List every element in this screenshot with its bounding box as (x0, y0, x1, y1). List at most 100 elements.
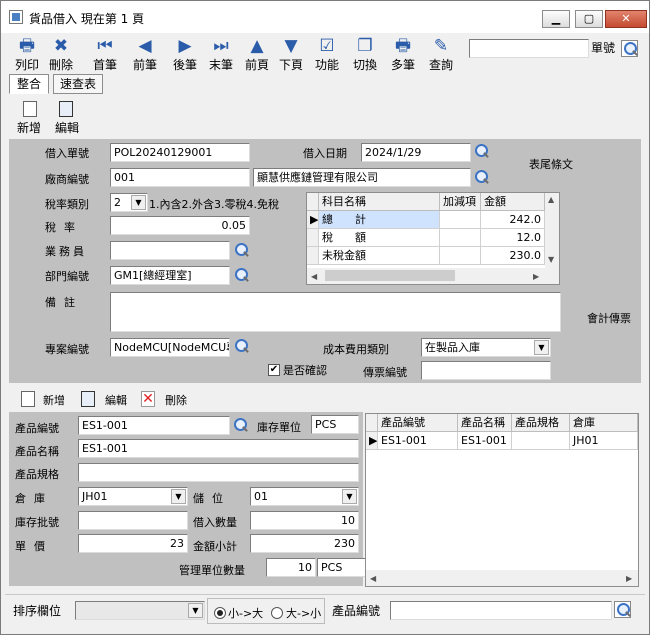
chevron-down-icon[interactable]: ▼ (342, 489, 357, 504)
detail-add-button[interactable]: 新增 (43, 393, 65, 408)
footer-text-label[interactable]: 表尾條文 (529, 157, 573, 172)
detail-delete-icon[interactable]: ✕ (141, 391, 155, 407)
product-spec-field[interactable] (78, 463, 359, 482)
summary-row-amount[interactable]: 230.0 (481, 247, 545, 265)
chevron-down-icon[interactable]: ▼ (188, 603, 203, 618)
summary-row-name[interactable]: 總 計 (319, 211, 440, 229)
detail-delete-button[interactable]: 刪除 (165, 393, 187, 408)
chevron-down-icon[interactable]: ▼ (171, 489, 186, 504)
bottom-search-icon[interactable] (614, 601, 631, 618)
order-no-search-icon[interactable] (621, 40, 638, 57)
dept-search-icon[interactable] (233, 267, 250, 284)
borrow-no-field[interactable]: POL20240129001 (110, 143, 250, 162)
summary-row-adj[interactable] (440, 247, 481, 265)
vendor-no-field[interactable]: 001 (110, 168, 250, 187)
location-label: 儲位 (193, 492, 231, 505)
project-search-icon[interactable] (233, 338, 250, 355)
summary-row-amount[interactable]: 12.0 (481, 229, 545, 247)
edit-document-icon[interactable] (59, 101, 73, 117)
summary-vertical-scrollbar[interactable]: ▲ ▼ (545, 193, 559, 268)
summary-row-adj[interactable] (440, 211, 481, 229)
minimize-button[interactable]: ▁ (542, 10, 570, 28)
close-button[interactable]: ✕ (605, 10, 647, 28)
voucher-no-field[interactable] (421, 361, 551, 380)
scroll-up-icon[interactable]: ▲ (548, 195, 554, 204)
vendor-search-icon[interactable] (473, 169, 490, 186)
detail-row-product-name[interactable]: ES1-001 (458, 432, 512, 450)
salesperson-label: 業務員 (45, 245, 87, 258)
header-add-button[interactable]: 新增 (17, 121, 41, 136)
detail-horizontal-scrollbar[interactable]: ◀ ▶ (366, 570, 638, 586)
tab-integrated[interactable]: 整合 (9, 74, 49, 94)
order-no-search-input[interactable] (469, 39, 589, 58)
summary-row-adj[interactable] (440, 229, 481, 247)
scroll-down-icon[interactable]: ▼ (548, 255, 554, 264)
product-no-field[interactable]: ES1-001 (78, 416, 230, 435)
stock-unit-field[interactable]: PCS (311, 415, 359, 434)
mgmt-unit-field[interactable]: PCS (317, 558, 369, 577)
unit-price-field[interactable]: 23 (78, 534, 188, 553)
scroll-thumb[interactable] (325, 270, 455, 281)
scroll-left-icon[interactable]: ◀ (311, 272, 317, 281)
location-select[interactable]: 01 ▼ (250, 487, 359, 506)
next-page-icon: ▼ (284, 36, 298, 56)
toolbar-prev-record-button[interactable]: ◀ 前筆 (125, 34, 165, 74)
toolbar-query-button[interactable]: ✎ 查詢 (421, 34, 461, 74)
salesperson-field[interactable] (110, 241, 230, 260)
toolbar-delete-button[interactable]: ✖ 刪除 (41, 34, 81, 74)
toolbar-switch-button[interactable]: ❐ 切換 (345, 34, 385, 74)
toolbar-multi-record-button[interactable]: 🖶 多筆 (383, 34, 423, 74)
tax-rate-field[interactable]: 0.05 (110, 216, 250, 235)
borrow-date-search-icon[interactable] (473, 143, 490, 160)
detail-row-product-no[interactable]: ES1-001 (378, 432, 458, 450)
toolbar-last-record-button[interactable]: ⏭ 末筆 (201, 34, 241, 74)
confirm-checkbox[interactable]: ✔ (268, 364, 280, 376)
sort-asc-radio[interactable] (214, 607, 226, 619)
header-edit-button[interactable]: 編輯 (55, 121, 79, 136)
product-no-label: 產品編號 (15, 422, 59, 435)
toolbar-first-record-button[interactable]: ⏮ 首筆 (85, 34, 125, 74)
warehouse-select[interactable]: JH01 ▼ (78, 487, 188, 506)
scroll-left-icon[interactable]: ◀ (370, 574, 376, 583)
accounting-voucher-label[interactable]: 會計傳票 (587, 311, 631, 326)
scroll-right-icon[interactable]: ▶ (533, 272, 539, 281)
summary-row-name[interactable]: 稅 額 (319, 229, 440, 247)
borrow-date-field[interactable]: 2024/1/29 (361, 143, 471, 162)
salesperson-search-icon[interactable] (233, 242, 250, 259)
tax-type-select[interactable]: 2 ▼ (110, 193, 148, 212)
vendor-name-field[interactable]: 顯慧供應鏈管理有限公司 (253, 168, 471, 187)
product-name-field[interactable]: ES1-001 (78, 439, 359, 458)
scroll-right-icon[interactable]: ▶ (626, 574, 632, 583)
chevron-down-icon[interactable]: ▼ (131, 195, 146, 210)
toolbar-next-record-button[interactable]: ▶ 後筆 (165, 34, 205, 74)
mgmt-qty-field[interactable]: 10 (266, 558, 316, 577)
toolbar-button-label: 後筆 (172, 58, 197, 72)
toolbar-button-label: 首筆 (92, 58, 117, 72)
add-document-icon[interactable] (23, 101, 37, 117)
product-search-icon[interactable] (232, 417, 249, 434)
cost-type-select[interactable]: 在製品入庫 ▼ (421, 338, 551, 357)
subtotal-field[interactable]: 230 (250, 534, 359, 553)
summary-row-amount[interactable]: 242.0 (481, 211, 545, 229)
note-field[interactable] (110, 292, 561, 332)
sort-field-select[interactable]: ▼ (75, 601, 205, 620)
bottom-product-no-input[interactable] (390, 601, 612, 620)
chevron-down-icon[interactable]: ▼ (534, 340, 549, 355)
maximize-button[interactable]: ▢ (575, 10, 603, 28)
toolbar-next-page-button[interactable]: ▼ 下頁 (271, 34, 311, 74)
detail-edit-icon[interactable] (81, 391, 95, 407)
toolbar-function-button[interactable]: ☑ 功能 (307, 34, 347, 74)
project-no-field[interactable]: NodeMCU[NodeMCU專案] (110, 338, 230, 357)
summary-horizontal-scrollbar[interactable]: ◀ ▶ (307, 268, 559, 284)
detail-add-icon[interactable] (21, 391, 35, 407)
sort-desc-radio[interactable] (271, 607, 283, 619)
detail-header-warehouse: 倉庫 (570, 414, 638, 432)
detail-row-product-spec[interactable] (512, 432, 570, 450)
tab-quick-lookup[interactable]: 速查表 (53, 74, 103, 94)
detail-edit-button[interactable]: 編輯 (105, 393, 127, 408)
summary-row-name[interactable]: 未稅金額 (319, 247, 440, 265)
dept-no-field[interactable]: GM1[總經理室] (110, 266, 230, 285)
detail-row-warehouse[interactable]: JH01 (570, 432, 638, 450)
borrow-qty-field[interactable]: 10 (250, 511, 359, 530)
batch-no-field[interactable] (78, 511, 188, 530)
